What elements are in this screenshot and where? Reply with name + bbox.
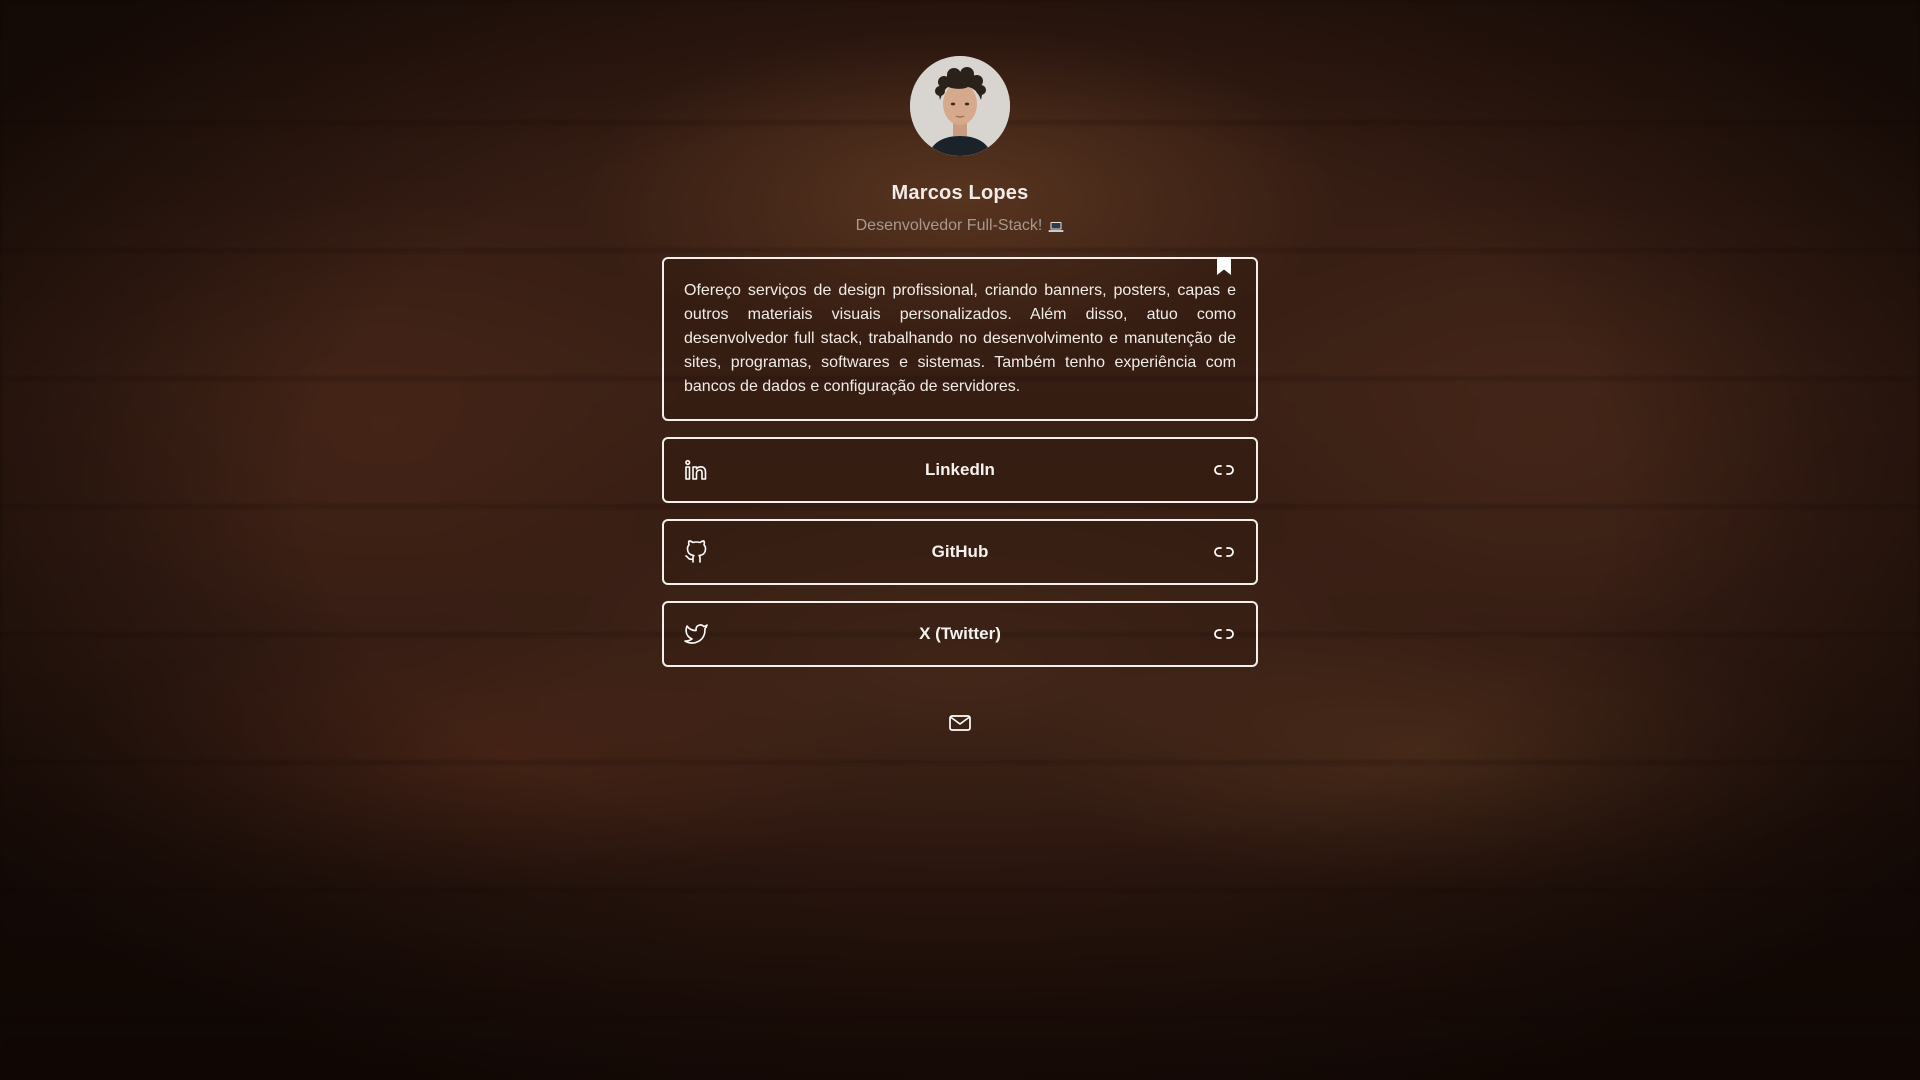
mail-icon[interactable] [948,711,972,735]
profile-name: Marcos Lopes [891,182,1029,204]
link-icon [1212,458,1236,482]
avatar [910,56,1010,156]
laptop-icon [1048,220,1064,232]
bio-card: Ofereço serviços de design profissional,… [662,257,1258,421]
link-icon [1212,540,1236,564]
github-icon [684,540,708,564]
bio-text: Ofereço serviços de design profissional,… [684,282,1236,395]
profile-card: Marcos Lopes Desenvolvedor Full-Stack! O… [0,0,1920,735]
bookmark-icon [1216,257,1232,275]
linkedin-label: LinkedIn [925,460,995,479]
twitter-icon [684,622,708,646]
twitter-label: X (Twitter) [919,624,1001,643]
linkedin-icon [684,458,708,482]
github-label: GitHub [931,542,989,561]
profile-subtitle: Desenvolvedor Full-Stack! [855,217,1043,234]
linkedin-link-button[interactable]: LinkedIn [662,437,1258,503]
github-link-button[interactable]: GitHub [662,519,1258,585]
avatar-photo [910,56,1010,156]
profile-subtitle-row: Desenvolvedor Full-Stack! [856,217,1065,235]
link-icon [1212,622,1236,646]
twitter-link-button[interactable]: X (Twitter) [662,601,1258,667]
